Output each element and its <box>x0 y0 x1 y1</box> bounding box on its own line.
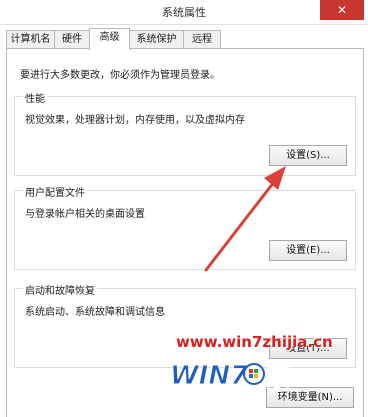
watermark-site-text: www.win7zhijia.cn <box>176 333 333 351</box>
tab-advanced[interactable]: 高级 <box>89 28 130 50</box>
svg-text:家: 家 <box>266 364 290 392</box>
watermark-logo: WIN7 家 <box>170 361 290 393</box>
svg-text:WIN7: WIN7 <box>170 361 249 391</box>
